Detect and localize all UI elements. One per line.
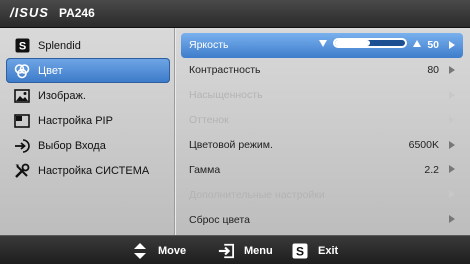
setting-label: Гамма [189,163,221,176]
menu-item-label: Изображ. [38,89,86,102]
menu-item-pip[interactable]: Настройка PIP [6,108,170,133]
setting-advanced: Дополнительные настройки [181,182,463,207]
move-hint: Move [132,243,186,259]
exit-label: Exit [318,245,339,257]
up-down-arrows-icon [132,243,148,259]
picture-icon [14,88,30,104]
chevron-right-icon [449,90,455,99]
setting-label: Сброс цвета [189,213,250,226]
input-arrow-icon [14,138,30,154]
menu-label: Menu [244,245,273,257]
asus-logo: /ISUS [10,5,49,20]
setting-value: 80 [427,64,439,77]
brightness-slider-group [319,38,421,48]
tools-icon [14,163,30,179]
slider-fill [335,40,370,46]
setting-label: Контрастность [189,64,261,77]
color-settings-list: Яркость 50 Контрастность 80 Насыщенность… [181,33,463,232]
enter-key-icon [218,243,234,259]
setting-value: 6500K [408,139,439,151]
chevron-right-icon [449,165,455,174]
increase-icon[interactable] [413,39,421,47]
menu-item-image[interactable]: Изображ. [6,83,170,108]
chevron-right-icon [449,65,455,74]
color-palette-icon [14,63,30,79]
exit-hint: S Exit [292,243,338,259]
brand: /ISUS PA246 [10,5,95,20]
menu-item-label: Выбор Входа [38,139,106,152]
pip-window-icon [14,113,30,129]
svg-text:S: S [296,245,304,259]
splendid-s-icon: S [292,243,308,259]
chevron-right-icon [449,41,455,49]
key-hint-bar: Move Menu S Exit [0,235,470,264]
setting-hue: Оттенок [181,108,463,133]
menu-item-input[interactable]: Выбор Входа [6,133,170,158]
menu-item-label: Splendid [38,39,81,52]
menu-item-system[interactable]: Настройка СИСТЕМА [6,158,170,183]
setting-brightness[interactable]: Яркость 50 [181,33,463,58]
setting-gamma[interactable]: Гамма 2.2 [181,157,463,182]
setting-label: Дополнительные настройки [189,188,325,201]
left-menu: S Splendid Цвет Изображ. Настройка PIP В… [6,33,170,183]
menu-item-label: Цвет [38,64,63,77]
move-label: Move [158,245,187,257]
menu-item-label: Настройка СИСТЕМА [38,164,150,177]
splendid-s-icon: S [14,38,30,54]
setting-color-reset[interactable]: Сброс цвета [181,207,463,232]
chevron-right-icon [449,115,455,124]
setting-label: Цветовой режим. [189,139,273,151]
setting-value: 2.2 [424,163,439,176]
chevron-right-icon [449,215,455,224]
setting-contrast[interactable]: Контрастность 80 [181,58,463,83]
model-name: PA246 [58,5,95,20]
osd-panel: S Splendid Цвет Изображ. Настройка PIP В… [0,28,470,235]
chevron-right-icon [449,140,455,149]
menu-hint: Menu [218,243,273,259]
menu-item-splendid[interactable]: S Splendid [6,33,170,58]
setting-value: 50 [427,39,439,52]
panel-divider [174,28,175,235]
brightness-slider[interactable] [333,38,407,48]
title-bar: /ISUS PA246 [0,0,470,28]
chevron-right-icon [449,190,455,199]
menu-item-label: Настройка PIP [38,114,113,127]
svg-text:S: S [18,41,25,53]
setting-color-mode[interactable]: Цветовой режим. 6500K [181,133,463,158]
menu-item-color[interactable]: Цвет [6,58,170,83]
decrease-icon[interactable] [319,39,327,47]
setting-label: Оттенок [189,114,229,127]
setting-label: Насыщенность [189,89,263,102]
setting-saturation: Насыщенность [181,83,463,108]
setting-label: Яркость [189,39,229,52]
